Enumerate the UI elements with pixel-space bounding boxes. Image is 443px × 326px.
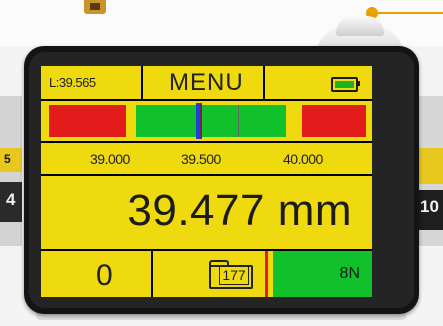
tolerance-bar	[41, 101, 372, 141]
edge-number-bottom: 4	[6, 190, 16, 209]
device-knob-cap	[336, 16, 384, 36]
battery-icon	[331, 77, 358, 92]
scale-label-mid: 39.500	[181, 151, 221, 167]
measurement-unit: mm	[277, 186, 352, 235]
header-bar: L:39.565 MENU	[41, 66, 372, 99]
sd-card-icon	[84, 0, 106, 14]
reading-panel: 39.477 mm	[41, 176, 372, 249]
edge-number-top: 5	[4, 152, 11, 166]
force-indicator: 8N	[273, 251, 372, 297]
display-screen: L:39.565 MENU 39.000 39.500 40.000 39.47…	[41, 66, 372, 297]
zone-reject-low	[49, 105, 126, 137]
scale-label-max: 40.000	[283, 151, 323, 167]
battery-level	[335, 81, 354, 88]
measurement-value: 39.477	[127, 186, 265, 235]
folder-icon[interactable]: 177	[209, 260, 253, 289]
length-label: L:39.565	[49, 75, 96, 90]
force-marker	[265, 251, 268, 297]
count-value: 0	[96, 259, 113, 292]
menu-button[interactable]: MENU	[169, 69, 244, 97]
footer-divider	[151, 251, 153, 297]
edge-number-right: 10	[420, 197, 439, 216]
measurement-reading: 39.477 mm	[127, 186, 352, 236]
scale-bar: 39.000 39.500 40.000	[41, 143, 372, 174]
battery-terminal	[357, 81, 360, 86]
header-divider-right	[263, 66, 265, 99]
zone-reject-high	[302, 105, 366, 137]
header-divider-left	[141, 66, 143, 99]
zone-accept	[136, 105, 286, 137]
force-value: 8N	[339, 265, 360, 282]
footer-bar: 0 177 8N	[41, 251, 372, 297]
callout-line	[373, 12, 443, 14]
folder-number: 177	[219, 266, 249, 285]
scale-label-min: 39.000	[90, 151, 130, 167]
target-cursor	[200, 103, 202, 139]
zone-tick	[238, 105, 239, 137]
